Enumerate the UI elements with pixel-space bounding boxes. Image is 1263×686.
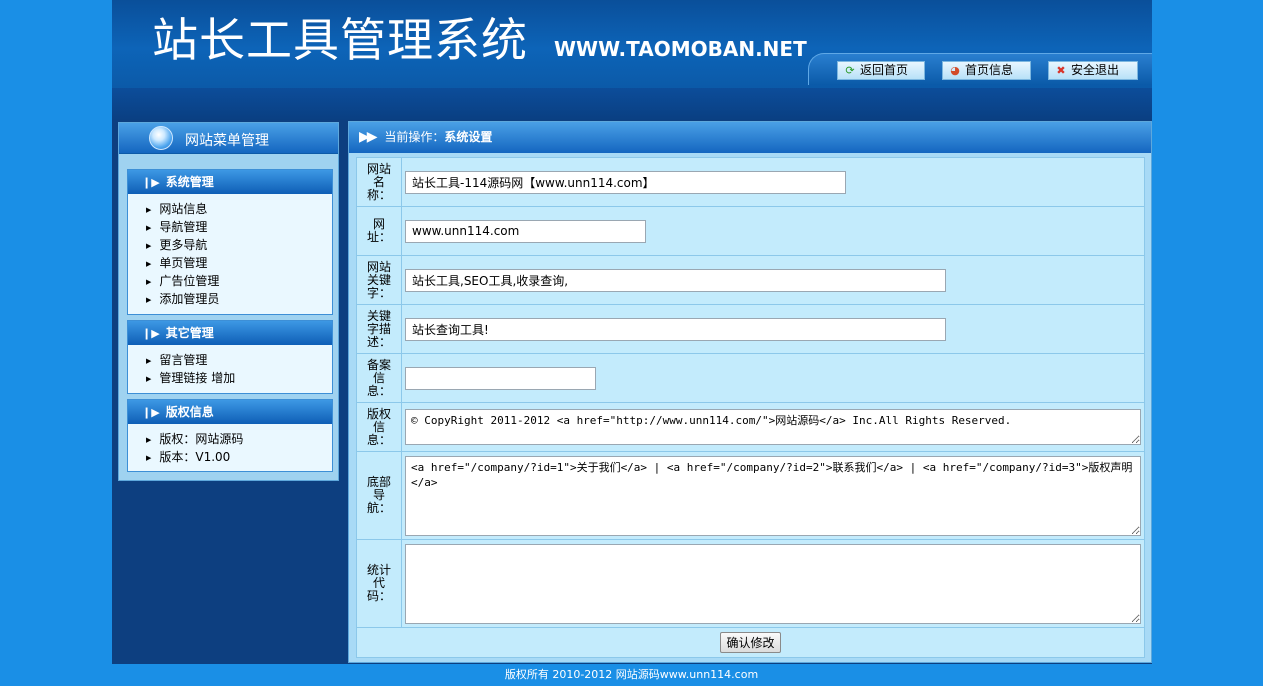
pie-chart-icon: ◕ [950,64,960,77]
site-url-input[interactable] [405,219,646,243]
form-row: 版权信息： © CopyRight 2011-2012 <a href="htt… [356,402,1145,452]
field-label: 备案信息： [356,353,402,403]
menu-group-header[interactable]: ❙▶ 其它管理 [128,321,332,345]
form-row: 网址： [356,206,1145,256]
menu-group-system: ❙▶ 系统管理 ▶ 网站信息 ▶ 导航管理 ▶ 更多导航 ▶ 单页管理 ▶ 广告位管理 ▶ 添… [127,169,333,315]
keywords-input[interactable] [405,268,946,292]
sidebar-item-nav-manage[interactable]: ▶ 导航管理 [146,218,332,236]
play-arrow-icon: ❙▶ [142,176,160,189]
page-title: 系统设置 [444,130,493,144]
icp-record-input[interactable] [405,366,596,390]
play-arrow-icon: ❙▶ [142,406,160,419]
back-home-button[interactable]: ⟳ 返回首页 [837,61,925,80]
bullet-icon: ▶ [146,454,152,462]
sidebar-item-messages[interactable]: ▶ 留言管理 [146,351,332,369]
bullet-icon: ▶ [146,242,152,250]
bullet-icon: ▶ [146,260,152,268]
field-label: 底部导航： [356,451,402,540]
page-footer: 版权所有 2010-2012 网站源码www.unn114.com [504,668,759,681]
bullet-icon: ▶ [146,278,152,286]
form-row: 统计代码： [356,539,1145,628]
bullet-icon: ▶ [146,224,152,232]
logo-url: WWW.TAOMOBAN.NET [554,37,807,61]
bullet-icon: ▶ [146,357,152,365]
field-label: 网址： [356,206,402,256]
sidebar-header: 网站菜单管理 [119,123,338,154]
bullet-icon: ▶ [146,296,152,304]
form-row: 备案信息： [356,353,1145,403]
form-row: 底部导航： <a href="/company/?id=1">关于我们</a> … [356,451,1145,540]
form-row: 关键字描述： [356,304,1145,354]
bullet-icon: ▶ [146,375,152,383]
header: 站长工具管理系统 WWW.TAOMOBAN.NET ⟳ 返回首页 ◕ 首页信息 ✖ 安… [112,0,1152,88]
form-row: 确认修改 [356,627,1145,658]
play-arrow-icon: ❙▶ [142,327,160,340]
home-info-button[interactable]: ◕ 首页信息 [942,61,1031,80]
site-name-input[interactable] [405,170,846,194]
sidebar-item-links: ▶ 管理链接 增加 [146,369,332,387]
menu-group-copyright: ❙▶ 版权信息 ▶ 版权：网站源码 ▶ 版本：V1.00 [127,399,333,472]
bullet-icon: ▶ [146,206,152,214]
settings-form: 网站名称： 网址： 网站关键字： 关键字描述： 备案信息： 版权信息： © [356,157,1145,658]
confirm-edit-button[interactable]: 确认修改 [720,632,781,653]
footer-nav-textarea[interactable]: <a href="/company/?id=1">关于我们</a> | <a h… [405,455,1141,536]
close-icon: ✖ [1056,64,1066,77]
version-info: ▶ 版本：V1.00 [146,450,231,464]
menu-group-header[interactable]: ❙▶ 版权信息 [128,400,332,424]
form-row: 网站名称： [356,157,1145,207]
field-label: 关键字描述： [356,304,402,354]
app-frame: 站长工具管理系统 WWW.TAOMOBAN.NET ⟳ 返回首页 ◕ 首页信息 ✖ 安… [112,0,1152,664]
main-panel: ▶▶ 当前操作：系统设置 网站名称： 网址： 网站关键字： 关键字描述： 备案信… [348,121,1152,663]
sidebar-item-add-admin[interactable]: ▶ 添加管理员 [146,290,332,308]
form-row: 网站关键字： [356,255,1145,305]
sidebar-item-site-info[interactable]: ▶ 网站信息 [146,200,332,218]
menu-group-other: ❙▶ 其它管理 ▶ 留言管理 ▶ 管理链接 增加 [127,320,333,394]
field-label: 版权信息： [356,402,402,452]
description-input[interactable] [405,317,946,341]
sidebar-title: 网站菜单管理 [185,133,269,149]
breadcrumb: ▶▶ 当前操作：系统设置 [349,122,1151,153]
sidebar-item-ad-slots[interactable]: ▶ 广告位管理 [146,272,332,290]
refresh-icon: ⟳ [845,64,855,77]
sidebar: 网站菜单管理 ❙▶ 系统管理 ▶ 网站信息 ▶ 导航管理 ▶ 更多导航 ▶ 单页管理 ▶ 广… [118,122,339,481]
double-arrow-icon: ▶▶ [359,129,377,145]
header-toolbar: ⟳ 返回首页 ◕ 首页信息 ✖ 安全退出 [808,53,1152,85]
field-label: 统计代码： [356,539,402,628]
copyright-textarea[interactable]: © CopyRight 2011-2012 <a href="http://ww… [405,409,1141,445]
field-label: 网站关键字： [356,255,402,305]
logo-title: 站长工具管理系统 [152,13,528,67]
copyright-owner: ▶ 版权：网站源码 [146,432,244,446]
manage-links-link[interactable]: 管理链接 [159,371,207,385]
logout-button[interactable]: ✖ 安全退出 [1048,61,1138,80]
header-band [112,88,1152,120]
menu-group-header[interactable]: ❙▶ 系统管理 [128,170,332,194]
sidebar-item-more-nav[interactable]: ▶ 更多导航 [146,236,332,254]
add-link-link[interactable]: 增加 [211,371,235,385]
bullet-icon: ▶ [146,436,152,444]
analytics-code-textarea[interactable] [405,543,1141,624]
sidebar-item-single-page[interactable]: ▶ 单页管理 [146,254,332,272]
field-label: 网站名称： [356,157,402,207]
globe-icon [149,126,173,150]
